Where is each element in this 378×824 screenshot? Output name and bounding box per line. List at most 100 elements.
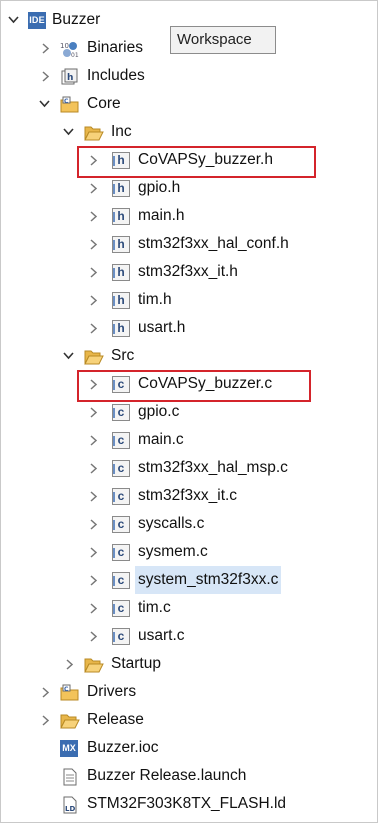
tree-item-drivers[interactable]: C Drivers (0, 678, 378, 706)
chevron-right-icon[interactable] (88, 510, 102, 538)
chevron-right-icon[interactable] (88, 230, 102, 258)
tree-item-source-file[interactable]: c gpio.c (0, 398, 378, 426)
chevron-right-icon[interactable] (88, 286, 102, 314)
chevron-down-icon[interactable] (38, 90, 52, 118)
tree-item-label: Startup (111, 655, 161, 672)
tree-item-source-file[interactable]: c stm32f3xx_it.c (0, 482, 378, 510)
chevron-right-icon[interactable] (88, 454, 102, 482)
chevron-right-icon[interactable] (88, 538, 102, 566)
tree-item-launch-file[interactable]: Buzzer Release.launch (0, 762, 378, 790)
tree-item-src[interactable]: Src (0, 342, 378, 370)
tree-item-label: Includes (87, 67, 145, 84)
header-file-icon: h (112, 208, 130, 225)
tree-item-label: gpio.c (138, 403, 180, 420)
ide-project-icon: IDE (28, 12, 46, 29)
tree-item-label: stm32f3xx_hal_conf.h (138, 235, 289, 252)
source-file-icon: c (112, 460, 130, 477)
tree-item-startup[interactable]: Startup (0, 650, 378, 678)
tree-item-header-file[interactable]: h stm32f3xx_hal_conf.h (0, 230, 378, 258)
chevron-right-icon[interactable] (40, 678, 54, 706)
tree-item-label: usart.h (138, 319, 186, 336)
tree-item-release[interactable]: Release (0, 706, 378, 734)
tree-item-label: Buzzer.ioc (87, 739, 159, 756)
document-icon (62, 768, 80, 786)
tree-item-label: gpio.h (138, 179, 181, 196)
project-tree: IDE Buzzer 10 01 Binaries h Includes C Co… (0, 6, 378, 818)
header-file-icon: h (112, 236, 130, 253)
header-file-icon: h (112, 180, 130, 197)
tree-item-header-file[interactable]: h gpio.h (0, 174, 378, 202)
tree-item-label: STM32F303K8TX_FLASH.ld (87, 795, 287, 812)
chevron-right-icon[interactable] (40, 34, 54, 62)
highlight-box-header (77, 146, 316, 178)
tree-item-core[interactable]: C Core (0, 90, 378, 118)
chevron-right-icon[interactable] (40, 706, 54, 734)
source-file-icon: c (112, 404, 130, 421)
tree-item-label: sysmem.c (138, 543, 208, 560)
folder-open-icon (84, 348, 104, 365)
binaries-icon: 10 01 (60, 40, 79, 59)
chevron-right-icon[interactable] (88, 594, 102, 622)
header-file-icon: h (112, 320, 130, 337)
chevron-right-icon[interactable] (88, 426, 102, 454)
tree-item-source-file[interactable]: c usart.c (0, 622, 378, 650)
folder-open-icon (84, 124, 104, 141)
tree-item-header-file[interactable]: h main.h (0, 202, 378, 230)
tree-item-source-file[interactable]: c sysmem.c (0, 538, 378, 566)
tree-item-source-file[interactable]: c tim.c (0, 594, 378, 622)
tree-item-linker-file[interactable]: LD STM32F303K8TX_FLASH.ld (0, 790, 378, 818)
tree-item-label: syscalls.c (138, 515, 205, 532)
svg-text:C: C (64, 98, 69, 105)
tree-item-label: Release (87, 711, 144, 728)
includes-icon: h (60, 68, 78, 85)
tree-item-header-file[interactable]: h usart.h (0, 314, 378, 342)
tree-item-header-file[interactable]: h tim.h (0, 286, 378, 314)
tree-item-label: main.c (138, 431, 184, 448)
tree-item-label: usart.c (138, 627, 185, 644)
chevron-down-icon[interactable] (62, 118, 76, 146)
source-file-icon: c (112, 628, 130, 645)
tree-item-source-file-selected[interactable]: c system_stm32f3xx.c (0, 566, 378, 594)
source-file-icon: c (112, 432, 130, 449)
source-file-icon: c (112, 516, 130, 533)
chevron-right-icon[interactable] (88, 258, 102, 286)
tree-item-ioc-file[interactable]: MX Buzzer.ioc (0, 734, 378, 762)
chevron-right-icon[interactable] (88, 398, 102, 426)
chevron-right-icon[interactable] (88, 482, 102, 510)
svg-text:LD: LD (65, 805, 75, 813)
source-file-icon: c (112, 600, 130, 617)
tree-item-label: Core (87, 95, 121, 112)
header-file-icon: h (112, 292, 130, 309)
source-folder-icon: C (60, 96, 79, 113)
tree-item-label: Buzzer (52, 11, 101, 28)
tree-item-label: stm32f3xx_hal_msp.c (138, 459, 288, 476)
chevron-right-icon[interactable] (88, 566, 102, 594)
chevron-down-icon[interactable] (62, 342, 76, 370)
tree-item-header-file[interactable]: h stm32f3xx_it.h (0, 258, 378, 286)
tree-item-source-file[interactable]: c main.c (0, 426, 378, 454)
tree-item-source-file[interactable]: c stm32f3xx_hal_msp.c (0, 454, 378, 482)
chevron-right-icon[interactable] (88, 202, 102, 230)
tree-item-label: stm32f3xx_it.h (138, 263, 238, 280)
tree-item-inc[interactable]: Inc (0, 118, 378, 146)
tree-item-source-file[interactable]: c syscalls.c (0, 510, 378, 538)
tree-item-label: stm32f3xx_it.c (138, 487, 238, 504)
chevron-right-icon[interactable] (88, 174, 102, 202)
tree-item-label: main.h (138, 207, 185, 224)
chevron-right-icon[interactable] (40, 62, 54, 90)
chevron-right-icon[interactable] (88, 622, 102, 650)
chevron-right-icon[interactable] (64, 650, 78, 678)
folder-icon (84, 656, 104, 673)
highlight-box-source (77, 370, 311, 402)
tree-item-label: tim.c (138, 599, 171, 616)
svg-text:C: C (64, 686, 69, 693)
tree-item-label: tim.h (138, 291, 172, 308)
source-file-icon: c (112, 544, 130, 561)
tree-item-label: Binaries (87, 39, 143, 56)
tree-item-label: Drivers (87, 683, 137, 700)
chevron-right-icon[interactable] (88, 314, 102, 342)
chevron-down-icon[interactable] (7, 6, 21, 34)
workspace-tooltip: Workspace (170, 26, 276, 54)
tree-item-includes[interactable]: h Includes (0, 62, 378, 90)
tree-item-label: system_stm32f3xx.c (135, 566, 282, 594)
